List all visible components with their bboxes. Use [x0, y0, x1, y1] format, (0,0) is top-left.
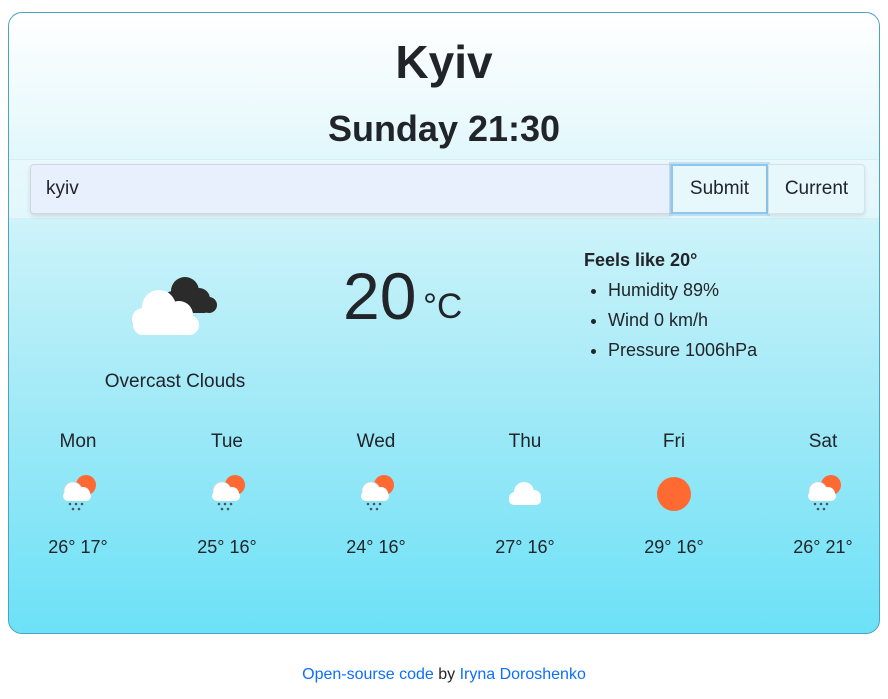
submit-button[interactable]: Submit: [671, 164, 768, 214]
forecast: Mon 26° 17° Tue 25° 16° Wed 24° 16° Thu …: [9, 431, 879, 591]
city-name: Kyiv: [395, 36, 493, 88]
footer: Open-sourse code by Iryna Doroshenko: [0, 666, 888, 684]
forecast-day-name: Tue: [210, 431, 244, 452]
cloud-icon: [509, 482, 541, 505]
forecast-temperatures: 26° 17°: [48, 537, 108, 557]
forecast-day-name: Fri: [662, 431, 686, 452]
pressure: Pressure 1006hPa: [608, 335, 757, 365]
feels-like: Feels like 20°: [584, 250, 698, 270]
forecast-day-name: Sat: [808, 431, 838, 452]
forecast-day-name: Mon: [59, 431, 97, 452]
details-list: Humidity 89% Wind 0 km/h Pressure 1006hP…: [584, 275, 757, 365]
author-link[interactable]: Iryna Doroshenko: [460, 666, 586, 683]
footer-by-text: by: [433, 666, 460, 683]
forecast-day-name: Thu: [508, 431, 542, 452]
weather-details: Feels like 20° Humidity 89% Wind 0 km/h …: [584, 245, 757, 365]
current-temperature: 20: [343, 259, 417, 333]
current-datetime: Sunday 21:30: [327, 108, 561, 149]
overcast-clouds-icon: [132, 277, 217, 335]
forecast-day-name: Wed: [356, 431, 396, 452]
city-search-input[interactable]: [30, 164, 671, 214]
weather-description: Overcast Clouds: [104, 371, 246, 392]
wind: Wind 0 km/h: [608, 305, 757, 335]
forecast-temperatures: 25° 16°: [197, 537, 257, 557]
rain-sun-icon: [808, 475, 841, 511]
temperature-unit: °C: [423, 287, 463, 326]
current-location-button[interactable]: Current: [768, 164, 865, 214]
forecast-temperatures: 26° 21°: [793, 537, 853, 557]
rain-sun-icon: [63, 475, 96, 511]
forecast-temperatures: 24° 16°: [346, 537, 406, 557]
sun-icon: [657, 477, 691, 511]
humidity: Humidity 89%: [608, 275, 757, 305]
rain-sun-icon: [361, 475, 394, 511]
forecast-temperatures: 29° 16°: [644, 537, 704, 557]
forecast-temperatures: 27° 16°: [495, 537, 555, 557]
search-form: Submit Current: [9, 159, 879, 219]
source-code-link[interactable]: Open-sourse code: [302, 666, 434, 683]
weather-card: Kyiv Sunday 21:30 Submit Current Overcas…: [8, 12, 880, 634]
rain-sun-icon: [212, 475, 245, 511]
